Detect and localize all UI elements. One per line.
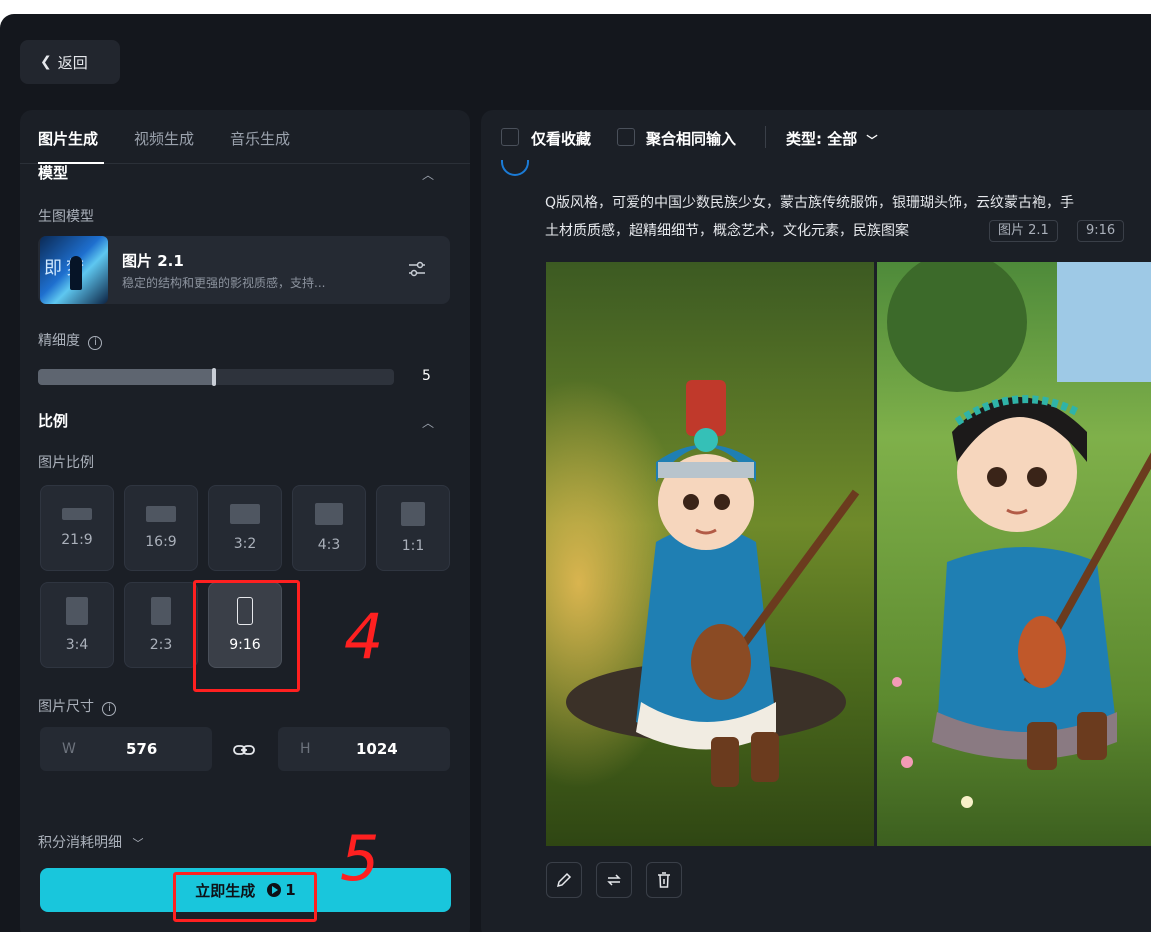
delete-button[interactable] — [646, 862, 682, 898]
ratio-3-2-icon — [230, 504, 260, 524]
edit-button[interactable] — [546, 862, 582, 898]
app-window: ❮ 返回 图片生成 视频生成 音乐生成 模型 ︿ 生图模型 即梦 图片 2.1 … — [0, 14, 1151, 932]
ratio-3-4-label: 3:4 — [65, 637, 89, 653]
filter-divider — [765, 126, 766, 148]
ratio-4-3[interactable]: 4:3 — [292, 485, 366, 571]
chevron-down-icon: ﹀ — [132, 837, 144, 850]
back-button[interactable]: ❮ 返回 — [20, 40, 120, 84]
info-icon[interactable]: i — [88, 336, 103, 350]
ratio-3-4-icon — [66, 597, 88, 625]
height-prefix: H — [300, 741, 311, 757]
generated-image-2-art — [877, 262, 1151, 846]
back-label: 返回 — [57, 53, 88, 72]
ratio-9-16[interactable]: 9:16 — [208, 582, 282, 668]
width-value: 576 — [126, 740, 158, 758]
ratio-2-3-icon — [151, 597, 171, 625]
ratio-1-1[interactable]: 1:1 — [376, 485, 450, 571]
width-prefix: W — [62, 741, 76, 757]
height-input[interactable]: H 1024 — [278, 727, 450, 771]
merge-same-input-label[interactable]: 聚合相同输入 — [646, 128, 736, 149]
link-icon[interactable] — [232, 738, 256, 762]
merge-same-input-checkbox[interactable] — [617, 128, 635, 146]
size-label-text: 图片尺寸 — [38, 699, 94, 715]
type-filter-dropdown[interactable]: 类型: 全部 ﹀ — [786, 128, 877, 149]
ratio-21-9-icon — [62, 508, 92, 520]
ratio-3-4[interactable]: 3:4 — [40, 582, 114, 668]
cost-detail-label: 积分消耗明细 — [38, 835, 122, 851]
only-favorites-checkbox[interactable] — [501, 128, 519, 146]
annotation-number-four: 4 — [344, 600, 384, 673]
prompt-text-line-1: Q版风格，可爱的中国少数民族少女，蒙古族传统服饰，银珊瑚头饰，云纹蒙古袍，手 — [545, 195, 1075, 211]
pencil-icon — [556, 872, 572, 888]
ratio-section-title: 比例 — [38, 412, 69, 430]
generate-button[interactable]: 立即生成 1 — [40, 868, 451, 912]
tab-video-generation[interactable]: 视频生成 — [134, 128, 194, 149]
cost-detail-toggle[interactable]: 积分消耗明细 ﹀ — [38, 832, 143, 852]
generation-status-icon — [501, 160, 529, 176]
annotation-number-five: 5 — [340, 822, 380, 895]
chevron-down-icon: ﹀ — [866, 134, 878, 147]
generate-label: 立即生成 — [195, 881, 256, 900]
detail-label-text: 精细度 — [38, 333, 80, 349]
ratio-tag: 9:16 — [1077, 220, 1125, 242]
ratio-2-3-label: 2:3 — [149, 637, 173, 653]
credit-coin-icon — [267, 883, 282, 897]
ratio-2-3[interactable]: 2:3 — [124, 582, 198, 668]
generate-cost: 1 — [285, 881, 296, 899]
ratio-1-1-label: 1:1 — [401, 538, 425, 554]
generation-tabs: 图片生成 视频生成 音乐生成 — [20, 110, 470, 164]
ratio-1-1-icon — [401, 502, 425, 526]
tab-music-generation[interactable]: 音乐生成 — [230, 128, 290, 149]
prompt-text-line-2: 土材质质感，超精细细节，概念艺术，文化元素，民族图案 — [545, 223, 909, 239]
collapse-model-icon[interactable]: ︿ — [422, 166, 434, 183]
collapse-ratio-icon[interactable]: ︿ — [422, 414, 434, 431]
ratio-label: 图片比例 — [38, 455, 94, 471]
size-label: 图片尺寸 i — [38, 696, 117, 716]
regenerate-button[interactable] — [596, 862, 632, 898]
ratio-4-3-icon — [315, 503, 343, 525]
model-name: 图片 2.1 — [122, 252, 184, 270]
ratio-3-2[interactable]: 3:2 — [208, 485, 282, 571]
detail-label: 精细度 i — [38, 330, 103, 350]
ratio-4-3-label: 4:3 — [317, 537, 341, 553]
size-info-icon[interactable]: i — [102, 702, 117, 716]
ratio-21-9-label: 21:9 — [61, 532, 93, 548]
detail-slider-handle[interactable] — [212, 368, 216, 386]
ratio-21-9[interactable]: 21:9 — [40, 485, 114, 571]
sliders-settings-icon[interactable] — [406, 258, 428, 280]
model-thumbnail-figure — [70, 256, 82, 290]
ratio-16-9-label: 16:9 — [145, 534, 177, 550]
ratio-9-16-label: 9:16 — [229, 637, 261, 653]
model-tag: 图片 2.1 — [989, 220, 1058, 242]
generated-image-2[interactable] — [877, 262, 1151, 846]
detail-value: 5 — [422, 368, 431, 384]
model-label: 生图模型 — [38, 209, 94, 225]
generated-image-1-art — [546, 262, 874, 846]
only-favorites-label[interactable]: 仅看收藏 — [531, 128, 591, 149]
swap-icon — [607, 874, 621, 886]
detail-slider[interactable] — [38, 368, 394, 386]
ratio-9-16-icon — [237, 597, 253, 625]
trash-icon — [658, 872, 670, 888]
model-thumbnail: 即梦 — [40, 236, 108, 304]
tab-image-generation[interactable]: 图片生成 — [38, 128, 98, 149]
generated-image-1[interactable] — [546, 262, 874, 846]
ratio-16-9[interactable]: 16:9 — [124, 485, 198, 571]
model-selector[interactable]: 即梦 图片 2.1 稳定的结构和更强的影视质感，支持... — [38, 236, 450, 304]
chevron-left-icon: ❮ — [40, 54, 52, 70]
model-description: 稳定的结构和更强的影视质感，支持... — [122, 276, 326, 290]
ratio-3-2-label: 3:2 — [233, 536, 257, 552]
type-filter-label: 类型: 全部 — [786, 130, 858, 148]
detail-slider-fill — [38, 369, 214, 385]
ratio-16-9-icon — [146, 506, 176, 522]
model-section-title: 模型 — [38, 164, 69, 182]
width-input[interactable]: W 576 — [40, 727, 212, 771]
generation-settings-panel: 图片生成 视频生成 音乐生成 模型 ︿ 生图模型 即梦 图片 2.1 稳定的结构… — [20, 110, 470, 932]
height-value: 1024 — [356, 740, 398, 758]
results-panel: 仅看收藏 聚合相同输入 类型: 全部 ﹀ Q版风格，可爱的中国少数民族少女，蒙古… — [481, 110, 1151, 932]
